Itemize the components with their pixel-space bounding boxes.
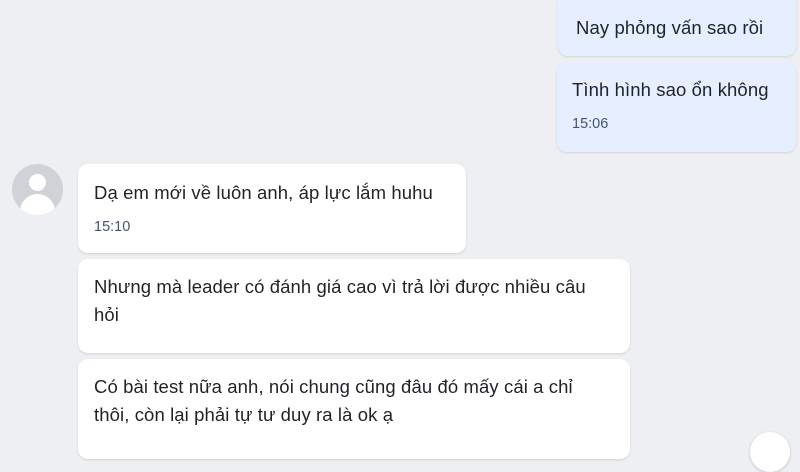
message-bubble-outgoing[interactable]: Nay phỏng vấn sao rồi xyxy=(558,0,796,56)
default-user-avatar-icon xyxy=(29,174,46,191)
message-bubble-incoming[interactable]: Có bài test nữa anh, nói chung cũng đâu … xyxy=(78,359,630,459)
message-text: Nay phỏng vấn sao rồi xyxy=(576,17,764,38)
message-bubble-incoming[interactable]: Dạ em mới về luôn anh, áp lực lắm huhu 1… xyxy=(78,164,466,253)
message-timestamp: 15:10 xyxy=(94,219,131,235)
message-timestamp: 15:06 xyxy=(572,116,609,132)
contact-avatar[interactable] xyxy=(12,164,63,215)
message-text: Tình hình sao ổn không xyxy=(572,79,769,100)
message-text: Dạ em mới về luôn anh, áp lực lắm huhu xyxy=(94,182,433,203)
chat-message-area: Nay phỏng vấn sao rồi Tình hình sao ổn k… xyxy=(0,0,800,472)
message-bubble-incoming[interactable]: Nhưng mà leader có đánh giá cao vì trả l… xyxy=(78,259,630,353)
message-text: Có bài test nữa anh, nói chung cũng đâu … xyxy=(94,376,573,425)
message-bubble-outgoing[interactable]: Tình hình sao ổn không 15:06 xyxy=(557,62,796,152)
scroll-to-bottom-button[interactable] xyxy=(750,432,790,472)
message-text: Nhưng mà leader có đánh giá cao vì trả l… xyxy=(94,276,586,325)
